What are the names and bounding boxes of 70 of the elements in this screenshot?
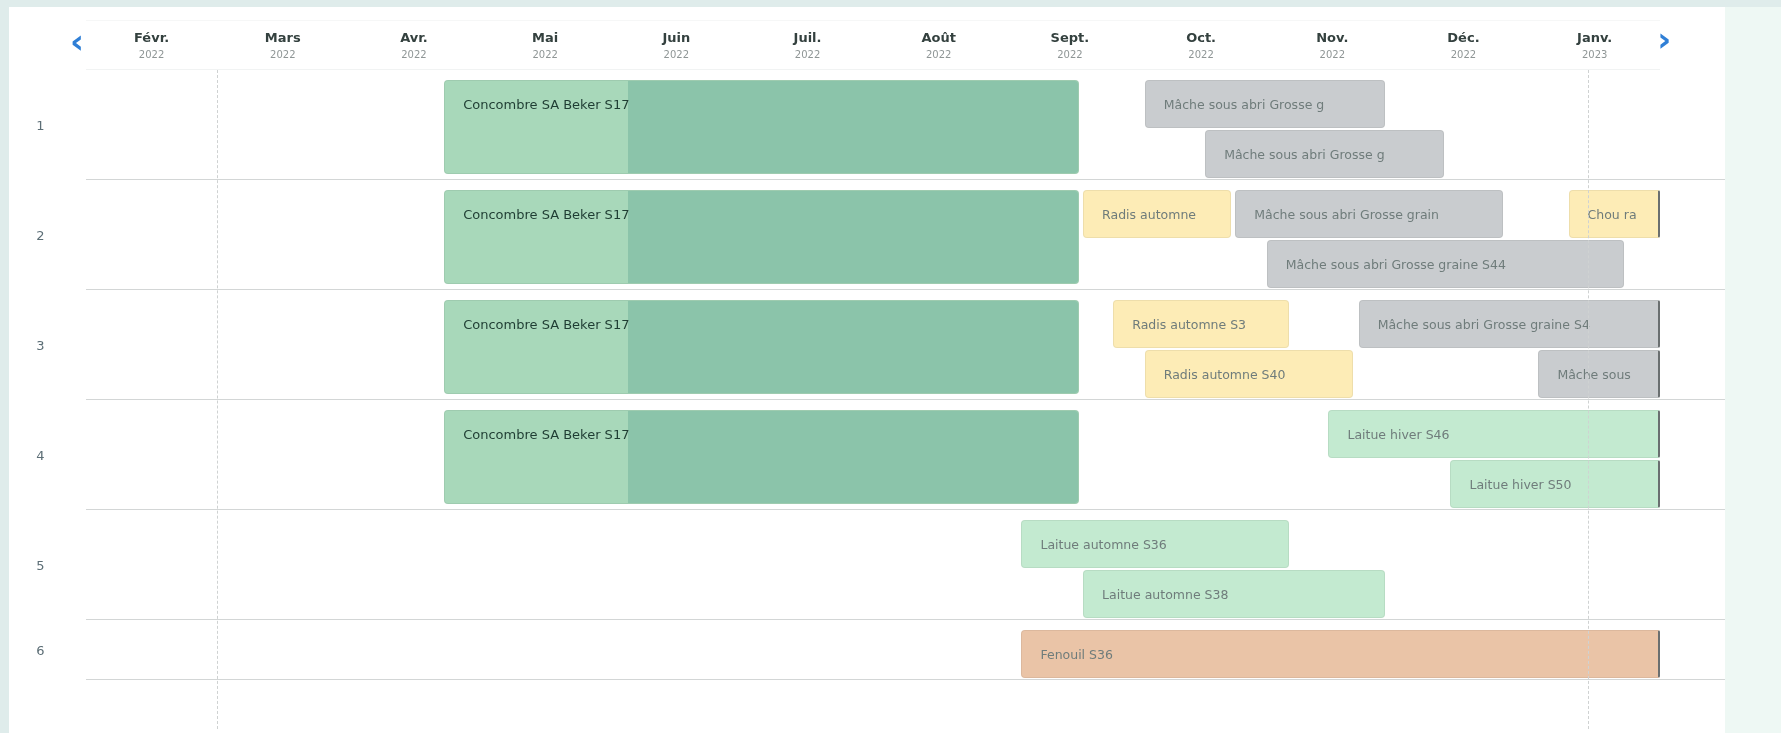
- crop-bar[interactable]: Mâche sous abri Grosse graine S4: [1358, 300, 1661, 348]
- previous-button[interactable]: ‹: [69, 26, 85, 56]
- month-label: Juil.: [793, 30, 822, 45]
- bar-label: Concombre SA Beker S17: [463, 317, 630, 332]
- month-label: Août: [921, 30, 956, 45]
- bar-label: Mâche sous abri Grosse g: [1224, 146, 1385, 162]
- bar-label: Radis automne: [1102, 206, 1196, 222]
- crop-bar[interactable]: Concombre SA Beker S17: [444, 80, 1080, 174]
- year-label: 2022: [532, 49, 558, 60]
- crop-bar[interactable]: Mâche sous abri Grosse g: [1205, 130, 1444, 178]
- crop-bar[interactable]: Radis automne S40: [1144, 350, 1354, 398]
- bar-label: Radis automne S3: [1132, 316, 1247, 332]
- month-label: Oct.: [1186, 30, 1217, 45]
- month-label: Nov.: [1316, 30, 1349, 45]
- year-label: 2022: [1450, 49, 1477, 60]
- crop-bar[interactable]: Mâche sous abri Grosse grain: [1235, 190, 1503, 238]
- year-label: 2022: [401, 49, 427, 60]
- bar-label: Mâche sous abri Grosse grain: [1254, 206, 1439, 222]
- crop-bar[interactable]: Radis automne: [1083, 190, 1232, 238]
- row-number: 3: [36, 337, 45, 353]
- bar-label: Chou ra: [1587, 206, 1637, 222]
- crop-bar[interactable]: Fenouil S36: [1021, 630, 1661, 678]
- bar-label: Mâche sous abri Grosse g: [1163, 96, 1325, 112]
- bar-label: Concombre SA Beker S17: [463, 97, 630, 112]
- crop-bar[interactable]: Concombre SA Beker S17: [444, 190, 1080, 284]
- year-label: 2022: [138, 49, 165, 60]
- month-label: Mars: [264, 30, 301, 45]
- bar-label: Concombre SA Beker S17: [463, 427, 630, 442]
- crop-bar[interactable]: Laitue hiver S46: [1328, 410, 1661, 458]
- crop-bar[interactable]: Laitue hiver S50: [1450, 460, 1661, 508]
- crop-bar[interactable]: Concombre SA Beker S17: [444, 410, 1080, 504]
- month-label: Déc.: [1447, 30, 1480, 45]
- bar-label: Laitue hiver S50: [1469, 476, 1572, 492]
- crop-bar[interactable]: Radis automne S3: [1113, 300, 1290, 348]
- year-label: 2022: [663, 49, 690, 60]
- bar-label: Laitue hiver S46: [1347, 426, 1450, 442]
- row-number: 5: [36, 557, 45, 573]
- bar-label: Concombre SA Beker S17: [463, 207, 630, 222]
- month-label: Avr.: [400, 30, 428, 45]
- bar-label: Mâche sous abri Grosse graine S44: [1285, 256, 1506, 272]
- row-number: 2: [36, 227, 45, 243]
- row-number: 1: [36, 117, 45, 133]
- year-label: 2022: [270, 49, 296, 60]
- next-button[interactable]: ›: [1656, 24, 1673, 54]
- year-label: 2023: [1581, 49, 1608, 60]
- year-label: 2022: [1057, 49, 1083, 60]
- crop-bar[interactable]: Laitue automne S36: [1021, 520, 1290, 568]
- month-label: Mai: [532, 30, 559, 45]
- year-label: 2022: [1188, 49, 1214, 60]
- crop-bar[interactable]: Concombre SA Beker S17: [444, 300, 1080, 394]
- bar-label: Mâche sous abri Grosse graine S4: [1377, 316, 1590, 332]
- bar-label: Laitue automne S36: [1040, 536, 1167, 552]
- year-label: 2022: [1319, 49, 1345, 60]
- row-number: 4: [36, 447, 45, 463]
- crop-bar[interactable]: Chou ra: [1568, 190, 1661, 238]
- bar-label: Laitue automne S38: [1102, 586, 1229, 602]
- month-label: Juin: [662, 30, 691, 45]
- bar-label: Fenouil S36: [1040, 646, 1113, 662]
- month-label: Févr.: [134, 30, 170, 45]
- row-number: 6: [36, 642, 45, 658]
- year-label: 2022: [926, 49, 952, 60]
- month-label: Sept.: [1050, 30, 1090, 45]
- crop-bar[interactable]: Mâche sous abri Grosse graine S44: [1266, 240, 1624, 288]
- month-label: Janv.: [1577, 30, 1613, 45]
- crop-bar[interactable]: Laitue automne S38: [1083, 570, 1385, 618]
- crop-bar[interactable]: Mâche sous abri Grosse g: [1144, 80, 1385, 128]
- bar-label: Radis automne S40: [1163, 366, 1286, 382]
- crop-bar[interactable]: Mâche sous: [1538, 350, 1661, 398]
- year-label: 2022: [794, 49, 821, 60]
- bar-label: Mâche sous: [1557, 366, 1631, 382]
